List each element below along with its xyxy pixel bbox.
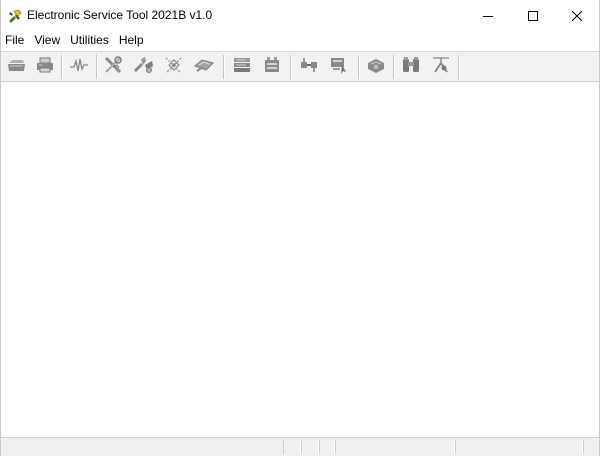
data-log-button[interactable] [260,56,284,78]
application-window: Electronic Service Tool 2021B v1.0 File … [0,0,600,456]
toolbar-separator [358,55,360,79]
status-bar [1,437,599,456]
configuration-button[interactable] [297,56,321,78]
window-title: Electronic Service Tool 2021B v1.0 [27,8,213,22]
configuration-icon [298,55,320,80]
connect-icon [430,55,452,80]
open-button[interactable] [5,56,29,78]
toolbar [1,51,599,82]
open-folder-icon [7,56,27,79]
flash-program-icon [193,55,215,80]
minimize-button[interactable] [465,0,511,31]
toolbar-separator [290,55,292,79]
toolbar-separator [223,55,225,79]
status-pane [301,440,319,454]
toolbar-separator [96,55,98,79]
status-pane [283,440,301,454]
minimize-icon [483,11,493,21]
app-icon[interactable] [7,8,23,24]
maximize-icon [528,10,538,21]
flash-button[interactable] [192,56,216,78]
module-info-icon [365,55,387,80]
diagnostic-tool-icon [103,55,125,80]
maximize-button[interactable] [510,0,556,31]
close-button[interactable] [554,0,600,31]
test-button[interactable] [327,56,351,78]
menu-utilities[interactable]: Utilities [65,31,114,50]
menu-file[interactable]: File [1,31,29,50]
title-bar[interactable]: Electronic Service Tool 2021B v1.0 [1,0,599,31]
toolbar-separator [458,55,460,79]
status-waveform-icon [69,56,89,79]
connect-button[interactable] [429,56,453,78]
find-button[interactable] [399,56,423,78]
module-info-button[interactable] [364,56,388,78]
data-log-icon [261,55,283,80]
print-button[interactable] [33,56,57,78]
diagnostic-button[interactable] [102,55,126,80]
size-grip[interactable] [583,440,598,454]
toolbar-separator [393,55,395,79]
service-button[interactable] [132,56,156,78]
test-icon [328,55,350,80]
close-icon [572,10,582,21]
toolbar-separator [61,55,63,79]
menu-view[interactable]: View [29,31,65,50]
calibration-button[interactable] [162,56,186,78]
workspace-area [1,82,599,437]
print-icon [35,56,55,79]
document-stack-icon [231,55,253,80]
calibration-icon [163,55,185,80]
documents-button[interactable] [230,56,254,78]
status-button[interactable] [67,56,91,78]
binoculars-icon [400,55,422,80]
menu-bar: File View Utilities Help [1,31,599,50]
status-pane [455,440,583,454]
status-pane [319,440,335,454]
menu-help[interactable]: Help [114,31,149,50]
service-tool-icon [133,55,155,80]
status-pane [335,440,455,454]
